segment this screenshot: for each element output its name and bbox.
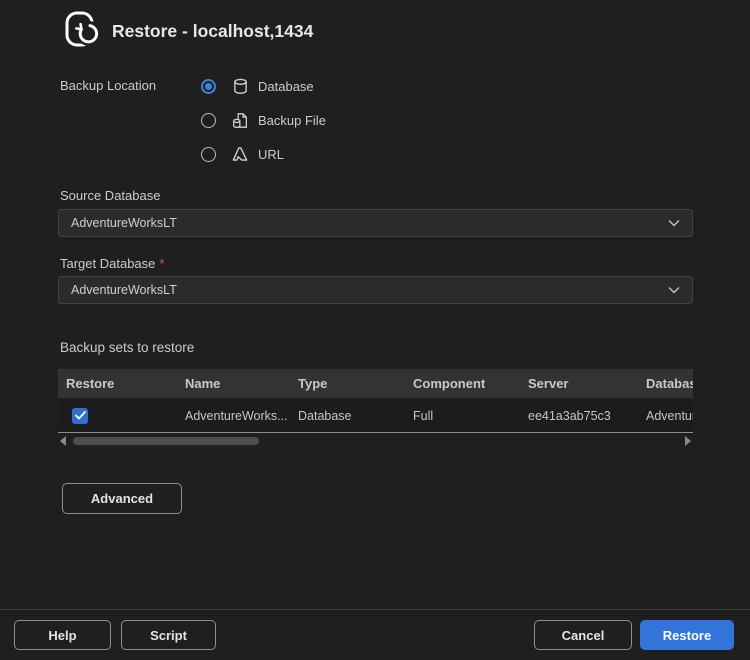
backup-sets-label: Backup sets to restore: [60, 340, 194, 355]
scrollbar-track[interactable]: [66, 435, 685, 447]
backup-file-icon: [231, 111, 249, 129]
column-header-restore: Restore: [58, 376, 177, 391]
source-database-value: AdventureWorksLT: [71, 216, 177, 230]
footer-divider: [0, 609, 750, 610]
source-database-label: Source Database: [60, 188, 160, 203]
advanced-button[interactable]: Advanced: [62, 483, 182, 514]
database-icon: [231, 77, 249, 95]
help-button[interactable]: Help: [14, 620, 111, 650]
target-database-dropdown[interactable]: AdventureWorksLT: [58, 276, 693, 304]
source-database-dropdown[interactable]: AdventureWorksLT: [58, 209, 693, 237]
radio-option-backup-file[interactable]: Backup File: [201, 103, 326, 137]
horizontal-scrollbar[interactable]: [58, 435, 693, 447]
restore-checkbox[interactable]: [72, 408, 88, 424]
cell-database: AdventureWorksLT: [638, 409, 693, 423]
radio-selected-icon[interactable]: [201, 79, 216, 94]
table-row[interactable]: AdventureWorks... Database Full ee41a3ab…: [58, 400, 693, 431]
column-header-type: Type: [290, 376, 405, 391]
radio-unselected-icon[interactable]: [201, 147, 216, 162]
restore-database-icon: [59, 7, 103, 51]
column-header-component: Component: [405, 376, 520, 391]
scrollbar-thumb[interactable]: [73, 437, 259, 445]
radio-unselected-icon[interactable]: [201, 113, 216, 128]
target-database-value: AdventureWorksLT: [71, 283, 177, 297]
backup-sets-table-header: Restore Name Type Component Server Datab…: [58, 369, 693, 398]
radio-label: Database: [258, 79, 314, 94]
chevron-down-icon: [668, 216, 680, 230]
backup-location-radio-group: Database Backup File URL: [201, 69, 326, 171]
restore-button[interactable]: Restore: [640, 620, 734, 650]
script-button[interactable]: Script: [121, 620, 216, 650]
backup-location-label: Backup Location: [60, 78, 156, 93]
cell-component: Full: [405, 409, 520, 423]
required-asterisk: *: [159, 256, 164, 271]
cell-name: AdventureWorks...: [177, 409, 290, 423]
cell-server: ee41a3ab75c3: [520, 409, 638, 423]
radio-option-database[interactable]: Database: [201, 69, 326, 103]
azure-url-icon: [231, 145, 249, 163]
column-header-database: Database: [638, 376, 693, 391]
check-icon: [75, 409, 86, 423]
table-bottom-border: [58, 432, 693, 433]
cell-type: Database: [290, 409, 405, 423]
radio-option-url[interactable]: URL: [201, 137, 326, 171]
scroll-right-arrow-icon[interactable]: [685, 436, 691, 446]
column-header-server: Server: [520, 376, 638, 391]
cancel-button[interactable]: Cancel: [534, 620, 632, 650]
column-header-name: Name: [177, 376, 290, 391]
chevron-down-icon: [668, 283, 680, 297]
dialog-title: Restore - localhost,1434: [112, 21, 313, 42]
target-database-label: Target Database: [60, 256, 155, 271]
radio-label: URL: [258, 147, 284, 162]
radio-label: Backup File: [258, 113, 326, 128]
